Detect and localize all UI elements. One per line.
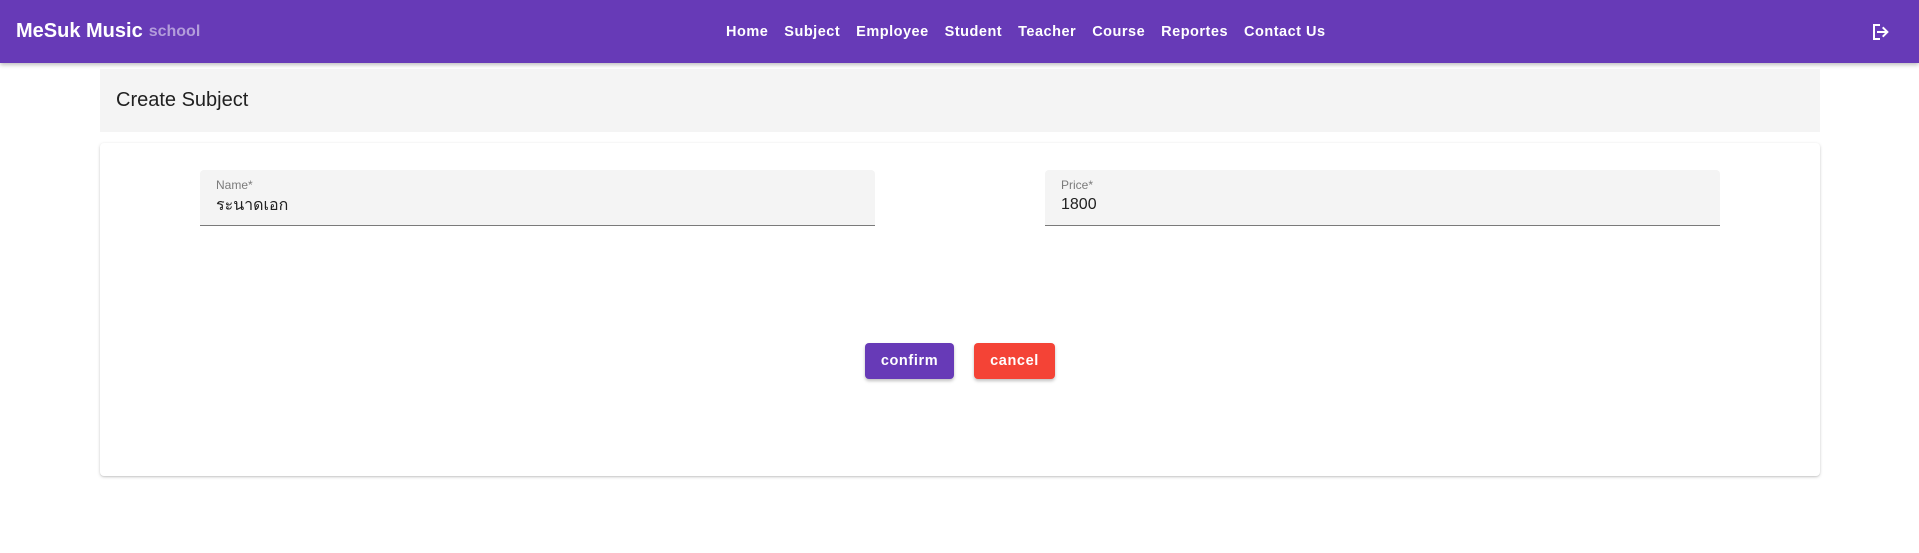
form-card: Name* Price* confirm cancel xyxy=(100,143,1820,476)
logout-icon xyxy=(1873,24,1889,40)
name-field[interactable]: Name* xyxy=(200,170,875,226)
nav-item-subject[interactable]: Subject xyxy=(776,18,848,46)
page-header: Create Subject xyxy=(100,69,1820,132)
main-nav: Home Subject Employee Student Teacher Co… xyxy=(718,0,1334,63)
nav-item-employee[interactable]: Employee xyxy=(848,18,937,46)
price-input[interactable] xyxy=(1061,196,1701,214)
price-field[interactable]: Price* xyxy=(1045,170,1720,226)
nav-item-reportes[interactable]: Reportes xyxy=(1153,18,1236,46)
nav-item-student[interactable]: Student xyxy=(937,18,1010,46)
nav-item-teacher[interactable]: Teacher xyxy=(1010,18,1084,46)
cancel-button[interactable]: cancel xyxy=(974,343,1055,379)
price-field-label: Price* xyxy=(1061,178,1094,192)
name-field-label: Name* xyxy=(216,178,253,192)
nav-item-course[interactable]: Course xyxy=(1084,18,1153,46)
confirm-button[interactable]: confirm xyxy=(865,343,954,379)
name-input[interactable] xyxy=(216,196,856,214)
nav-item-home[interactable]: Home xyxy=(718,18,776,46)
brand-subtitle: school xyxy=(148,22,201,40)
logout-button[interactable] xyxy=(1866,18,1894,46)
brand-logo[interactable]: MeSuk Music school xyxy=(16,0,200,63)
brand-name: MeSuk Music xyxy=(16,20,143,42)
app-bar: MeSuk Music school Home Subject Employee… xyxy=(0,0,1919,63)
page-title: Create Subject xyxy=(116,89,249,111)
nav-item-contact-us[interactable]: Contact Us xyxy=(1236,18,1334,46)
